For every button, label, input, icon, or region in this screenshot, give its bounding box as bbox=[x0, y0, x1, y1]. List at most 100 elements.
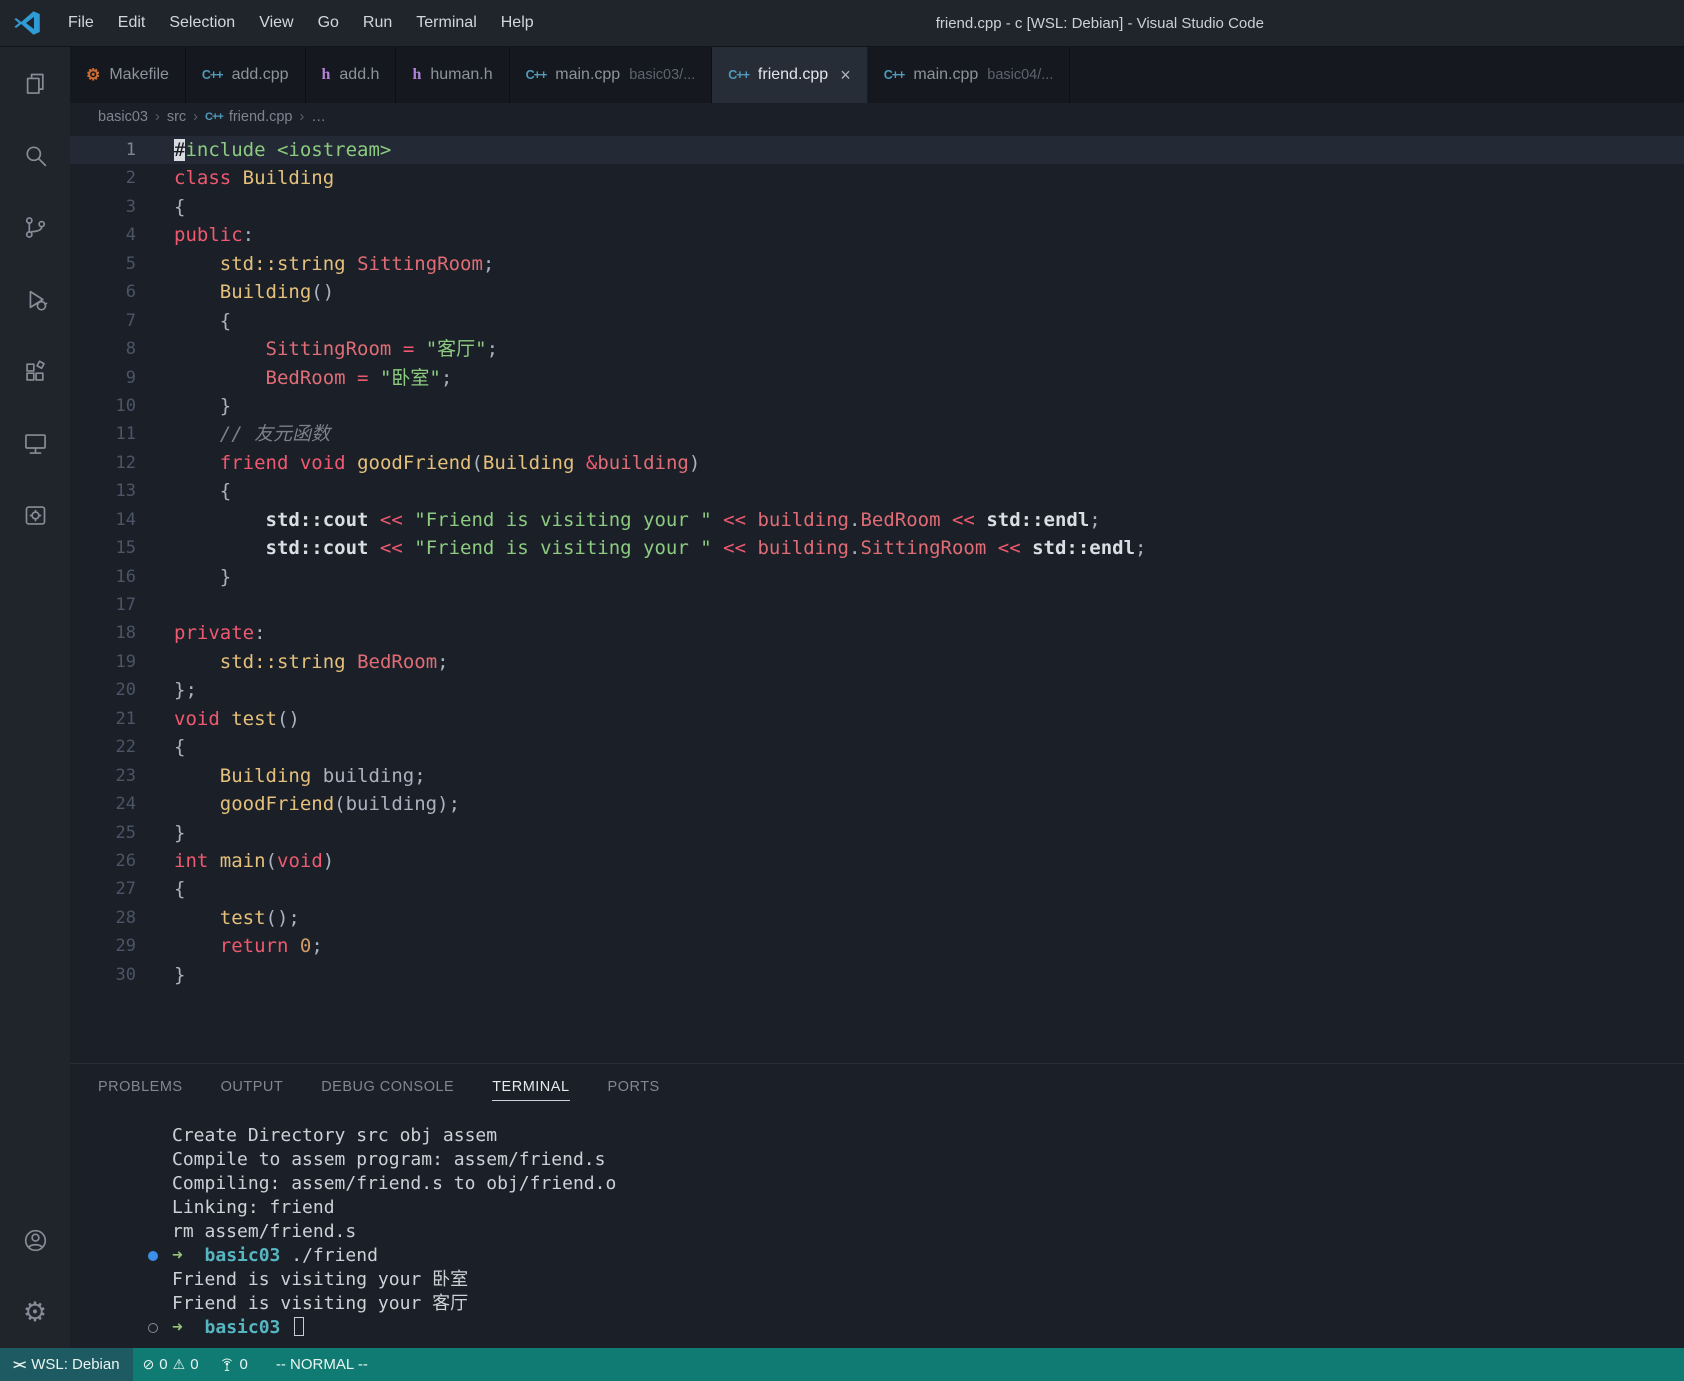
cpp-file-icon: C++ bbox=[883, 68, 906, 82]
code-line[interactable]: 22 { bbox=[70, 733, 1684, 761]
close-icon[interactable]: × bbox=[840, 66, 851, 84]
line-number: 28 bbox=[115, 907, 136, 928]
code-line[interactable]: 12 friend void goodFriend(Building &buil… bbox=[70, 449, 1684, 477]
tab-human.h[interactable]: h human.h bbox=[396, 47, 510, 103]
panel-tab-ports[interactable]: PORTS bbox=[608, 1074, 660, 1101]
terminal-line: ➜ basic03 bbox=[148, 1316, 1684, 1340]
panel-tab-terminal[interactable]: TERMINAL bbox=[492, 1074, 570, 1101]
code-line[interactable]: 26 int main(void) bbox=[70, 847, 1684, 875]
code-line[interactable]: 2 class Building bbox=[70, 164, 1684, 192]
activity-account[interactable] bbox=[0, 1204, 70, 1276]
terminal-cursor bbox=[294, 1317, 305, 1336]
panel-tab-problems[interactable]: PROBLEMS bbox=[98, 1074, 183, 1101]
code-line[interactable]: 25} bbox=[70, 819, 1684, 847]
menu-help[interactable]: Help bbox=[489, 0, 546, 46]
code-line[interactable]: 7 { bbox=[70, 307, 1684, 335]
activity-explorer[interactable] bbox=[0, 47, 70, 119]
extensions-icon bbox=[25, 359, 45, 381]
activity-settings[interactable]: ⚙ bbox=[0, 1276, 70, 1348]
line-number: 19 bbox=[115, 651, 136, 672]
search-icon bbox=[25, 145, 46, 166]
code-line[interactable]: 17 bbox=[70, 591, 1684, 619]
remote-indicator[interactable]: >< WSL: Debian bbox=[0, 1348, 133, 1381]
tab-add.h[interactable]: h add.h bbox=[306, 47, 397, 103]
vim-mode-indicator[interactable]: -- NORMAL -- bbox=[266, 1348, 378, 1381]
panel-tab-debug-console[interactable]: DEBUG CONSOLE bbox=[321, 1074, 454, 1101]
activity-extensions[interactable] bbox=[0, 335, 70, 407]
vim-mode-label: -- NORMAL -- bbox=[275, 1356, 368, 1373]
menu-terminal[interactable]: Terminal bbox=[404, 0, 488, 46]
activity-search[interactable] bbox=[0, 119, 70, 191]
code-text: { bbox=[174, 195, 186, 218]
panel-tab-output[interactable]: OUTPUT bbox=[221, 1074, 284, 1101]
remote-icon: >< bbox=[13, 1357, 26, 1372]
code-line[interactable]: 6 Building() bbox=[70, 278, 1684, 306]
code-line[interactable]: 27 { bbox=[70, 875, 1684, 903]
code-line[interactable]: 18 private: bbox=[70, 619, 1684, 647]
breadcrumb-item-…[interactable]: … bbox=[311, 109, 326, 125]
code-text: class Building bbox=[174, 167, 335, 190]
activity-remote-explorer[interactable] bbox=[0, 407, 70, 479]
tab-label: main.cpp bbox=[555, 66, 621, 83]
status-bar: >< WSL: Debian ⊘ 0 ⚠ 0 0 -- NORMAL -- bbox=[0, 1348, 1684, 1381]
activity-run-debug[interactable] bbox=[0, 263, 70, 335]
tab-Makefile[interactable]: ⚙ Makefile bbox=[70, 47, 186, 103]
menu-selection[interactable]: Selection bbox=[157, 0, 247, 46]
code-line[interactable]: 8 SittingRoom = "客厅"; bbox=[70, 335, 1684, 363]
code-line[interactable]: 20}; bbox=[70, 676, 1684, 704]
code-line[interactable]: 13 { bbox=[70, 477, 1684, 505]
code-text: Building() bbox=[219, 281, 335, 304]
tab-label: add.cpp bbox=[231, 66, 289, 83]
menu-run[interactable]: Run bbox=[351, 0, 404, 46]
line-number: 25 bbox=[115, 822, 136, 843]
activity-makefile-tools[interactable] bbox=[0, 479, 70, 551]
tab-add.cpp[interactable]: C++ add.cpp bbox=[186, 47, 306, 103]
menu-view[interactable]: View bbox=[247, 0, 305, 46]
code-line[interactable]: 30} bbox=[70, 961, 1684, 989]
line-number: 26 bbox=[115, 850, 136, 871]
ports-count: 0 bbox=[239, 1356, 248, 1373]
cpp-file-icon: C++ bbox=[205, 111, 224, 123]
chevron-right-icon: › bbox=[299, 109, 305, 125]
cpp-file-icon: C++ bbox=[525, 68, 548, 82]
code-line[interactable]: 19 std::string BedRoom; bbox=[70, 648, 1684, 676]
code-line[interactable]: 9 BedRoom = "卧室"; bbox=[70, 364, 1684, 392]
explorer-icon bbox=[26, 73, 44, 94]
menu-go[interactable]: Go bbox=[306, 0, 351, 46]
activity-source-control[interactable] bbox=[0, 191, 70, 263]
code-line[interactable]: 3{ bbox=[70, 193, 1684, 221]
tab-main.cpp[interactable]: C++ main.cpp basic03/... bbox=[510, 47, 713, 103]
tab-friend.cpp[interactable]: C++ friend.cpp × bbox=[712, 47, 868, 103]
terminal-line: rm assem/friend.s bbox=[172, 1221, 357, 1242]
cpp-file-icon: C++ bbox=[201, 68, 224, 82]
code-line[interactable]: 28 test(); bbox=[70, 904, 1684, 932]
command-success-dot-icon bbox=[148, 1251, 158, 1261]
breadcrumb-item-src[interactable]: src bbox=[167, 109, 186, 125]
ports-status[interactable]: 0 bbox=[209, 1348, 258, 1381]
code-line[interactable]: 21 void test() bbox=[70, 705, 1684, 733]
code-line[interactable]: 24 goodFriend(building); bbox=[70, 790, 1684, 818]
breadcrumb-item-basic03[interactable]: basic03 bbox=[98, 109, 148, 125]
command-pending-circle-icon bbox=[148, 1323, 158, 1333]
breadcrumb-item-friend.cpp[interactable]: C++ friend.cpp bbox=[205, 109, 292, 125]
problems-status[interactable]: ⊘ 0 ⚠ 0 bbox=[133, 1348, 209, 1381]
code-line[interactable]: 11 // 友元函数 bbox=[70, 420, 1684, 448]
code-line[interactable]: 15 std::cout << "Friend is visiting your… bbox=[70, 534, 1684, 562]
code-line[interactable]: 29 return 0; bbox=[70, 932, 1684, 960]
terminal-line: Friend is visiting your 卧室 bbox=[172, 1269, 469, 1290]
terminal[interactable]: Create Directory src obj assem Compile to… bbox=[70, 1110, 1684, 1348]
code-line[interactable]: 1 #include <iostream> bbox=[70, 136, 1684, 165]
code-line[interactable]: 14 std::cout << "Friend is visiting your… bbox=[70, 506, 1684, 534]
window-title: friend.cpp - c [WSL: Debian] - Visual St… bbox=[935, 14, 1264, 32]
line-number: 12 bbox=[115, 452, 136, 473]
code-line[interactable]: 5 std::string SittingRoom; bbox=[70, 250, 1684, 278]
menu-file[interactable]: File bbox=[56, 0, 106, 46]
bottom-panel: PROBLEMS OUTPUT DEBUG CONSOLE TERMINAL PORTS… bbox=[70, 1063, 1684, 1348]
code-editor[interactable]: 1 #include <iostream> 2 class Building 3{4 pu… bbox=[70, 131, 1684, 1063]
code-line[interactable]: 23 Building building; bbox=[70, 762, 1684, 790]
code-line[interactable]: 16 } bbox=[70, 563, 1684, 591]
code-line[interactable]: 4 public: bbox=[70, 221, 1684, 249]
code-line[interactable]: 10 } bbox=[70, 392, 1684, 420]
menu-edit[interactable]: Edit bbox=[106, 0, 158, 46]
tab-main.cpp[interactable]: C++ main.cpp basic04/... bbox=[868, 47, 1071, 103]
